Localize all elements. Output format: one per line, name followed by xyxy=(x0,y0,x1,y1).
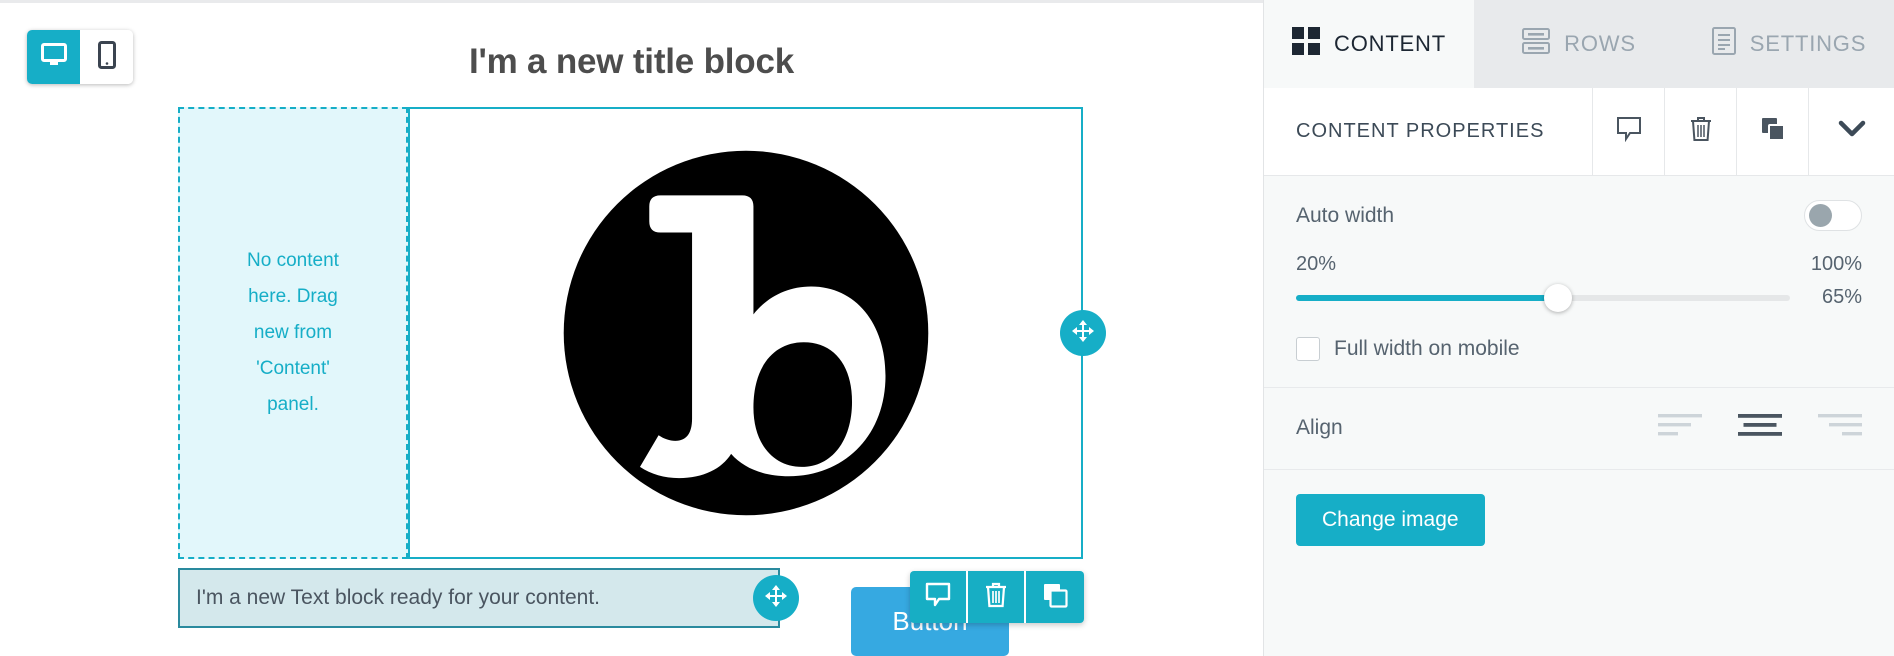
text-drag-handle[interactable] xyxy=(753,575,799,621)
desktop-view-button[interactable] xyxy=(27,30,80,84)
empty-column-dropzone[interactable]: No content here. Drag new from 'Content'… xyxy=(178,107,408,559)
change-image-section: Change image xyxy=(1264,470,1894,572)
align-center-icon[interactable] xyxy=(1738,412,1782,443)
rows-icon xyxy=(1522,27,1551,61)
slider-range-labels: 20% 100% xyxy=(1296,253,1862,276)
trash-icon xyxy=(984,582,1008,613)
mobile-icon xyxy=(97,40,116,74)
grid-icon xyxy=(1292,27,1321,61)
panel-collapse-button[interactable] xyxy=(1808,87,1894,176)
full-width-mobile-label: Full width on mobile xyxy=(1334,337,1520,360)
width-slider-row: 65% xyxy=(1296,283,1862,312)
slider-thumb[interactable] xyxy=(1543,283,1572,312)
tab-content[interactable]: CONTENT xyxy=(1264,0,1474,88)
image-drag-handle[interactable] xyxy=(1060,310,1106,356)
document-icon xyxy=(1711,27,1736,61)
slider-value-label: 65% xyxy=(1821,286,1862,308)
tab-settings[interactable]: SETTINGS xyxy=(1684,0,1894,88)
tab-content-label: CONTENT xyxy=(1334,31,1446,56)
device-preview-toggle[interactable] xyxy=(27,30,133,84)
tab-rows[interactable]: ROWS xyxy=(1474,0,1684,88)
comment-button[interactable] xyxy=(910,571,968,623)
slider-fill xyxy=(1296,294,1558,301)
width-slider[interactable] xyxy=(1296,283,1790,312)
align-options xyxy=(1658,412,1862,443)
text-block[interactable]: I'm a new Text block ready for your cont… xyxy=(178,568,780,628)
panel-header-title: CONTENT PROPERTIES xyxy=(1296,120,1545,142)
slider-min-label: 20% xyxy=(1296,253,1337,275)
text-block-content: I'm a new Text block ready for your cont… xyxy=(196,586,600,609)
align-section: Align xyxy=(1264,388,1894,470)
slider-max-label: 100% xyxy=(1810,253,1862,275)
tab-settings-label: SETTINGS xyxy=(1749,31,1867,56)
image-block[interactable] xyxy=(408,107,1083,559)
panel-tabs: CONTENT ROWS SETTINGS xyxy=(1264,0,1894,88)
comment-icon xyxy=(1616,116,1642,147)
tab-rows-label: ROWS xyxy=(1564,31,1636,56)
toggle-knob xyxy=(1809,204,1832,227)
desktop-icon xyxy=(40,42,67,72)
move-icon xyxy=(1071,319,1095,348)
width-section: Auto width 20% 100% 65% Full width on mo… xyxy=(1264,176,1894,388)
logo-image xyxy=(410,109,1081,557)
duplicate-icon xyxy=(1042,582,1068,613)
content-row: No content here. Drag new from 'Content'… xyxy=(178,107,1106,559)
move-icon xyxy=(764,584,788,613)
comment-icon xyxy=(925,582,951,613)
delete-button[interactable] xyxy=(968,571,1026,623)
align-right-icon[interactable] xyxy=(1818,412,1862,443)
title-block-text: I'm a new title block xyxy=(468,42,795,81)
email-builder-app: I'm a new title block No content here. D… xyxy=(0,0,1894,656)
align-row: Align xyxy=(1296,412,1862,443)
full-width-mobile-checkbox[interactable] xyxy=(1296,337,1320,361)
panel-comment-button[interactable] xyxy=(1592,87,1664,176)
empty-column-text: No content here. Drag new from 'Content'… xyxy=(247,250,339,415)
full-width-mobile-row[interactable]: Full width on mobile xyxy=(1296,337,1862,361)
auto-width-label: Auto width xyxy=(1296,203,1395,227)
panel-duplicate-button[interactable] xyxy=(1736,87,1808,176)
canvas-stage: I'm a new title block No content here. D… xyxy=(0,0,1263,656)
mobile-view-button[interactable] xyxy=(80,30,133,84)
logo-b-icon xyxy=(563,150,928,516)
trash-icon xyxy=(1689,116,1713,147)
duplicate-icon xyxy=(1760,116,1786,147)
align-left-icon[interactable] xyxy=(1658,412,1702,443)
panel-header: CONTENT PROPERTIES xyxy=(1264,87,1894,176)
duplicate-button[interactable] xyxy=(1026,571,1084,623)
panel-delete-button[interactable] xyxy=(1664,87,1736,176)
title-block[interactable]: I'm a new title block xyxy=(0,42,1263,82)
auto-width-toggle[interactable] xyxy=(1804,200,1862,231)
auto-width-row: Auto width xyxy=(1296,200,1862,231)
change-image-button[interactable]: Change image xyxy=(1296,494,1485,546)
block-float-toolbar xyxy=(910,571,1084,623)
chevron-down-icon xyxy=(1838,120,1866,143)
properties-panel: CONTENT ROWS SETTINGS CONTENT PROPERTIES… xyxy=(1263,0,1894,656)
stage-top-divider xyxy=(0,0,1263,3)
align-label: Align xyxy=(1296,415,1343,439)
